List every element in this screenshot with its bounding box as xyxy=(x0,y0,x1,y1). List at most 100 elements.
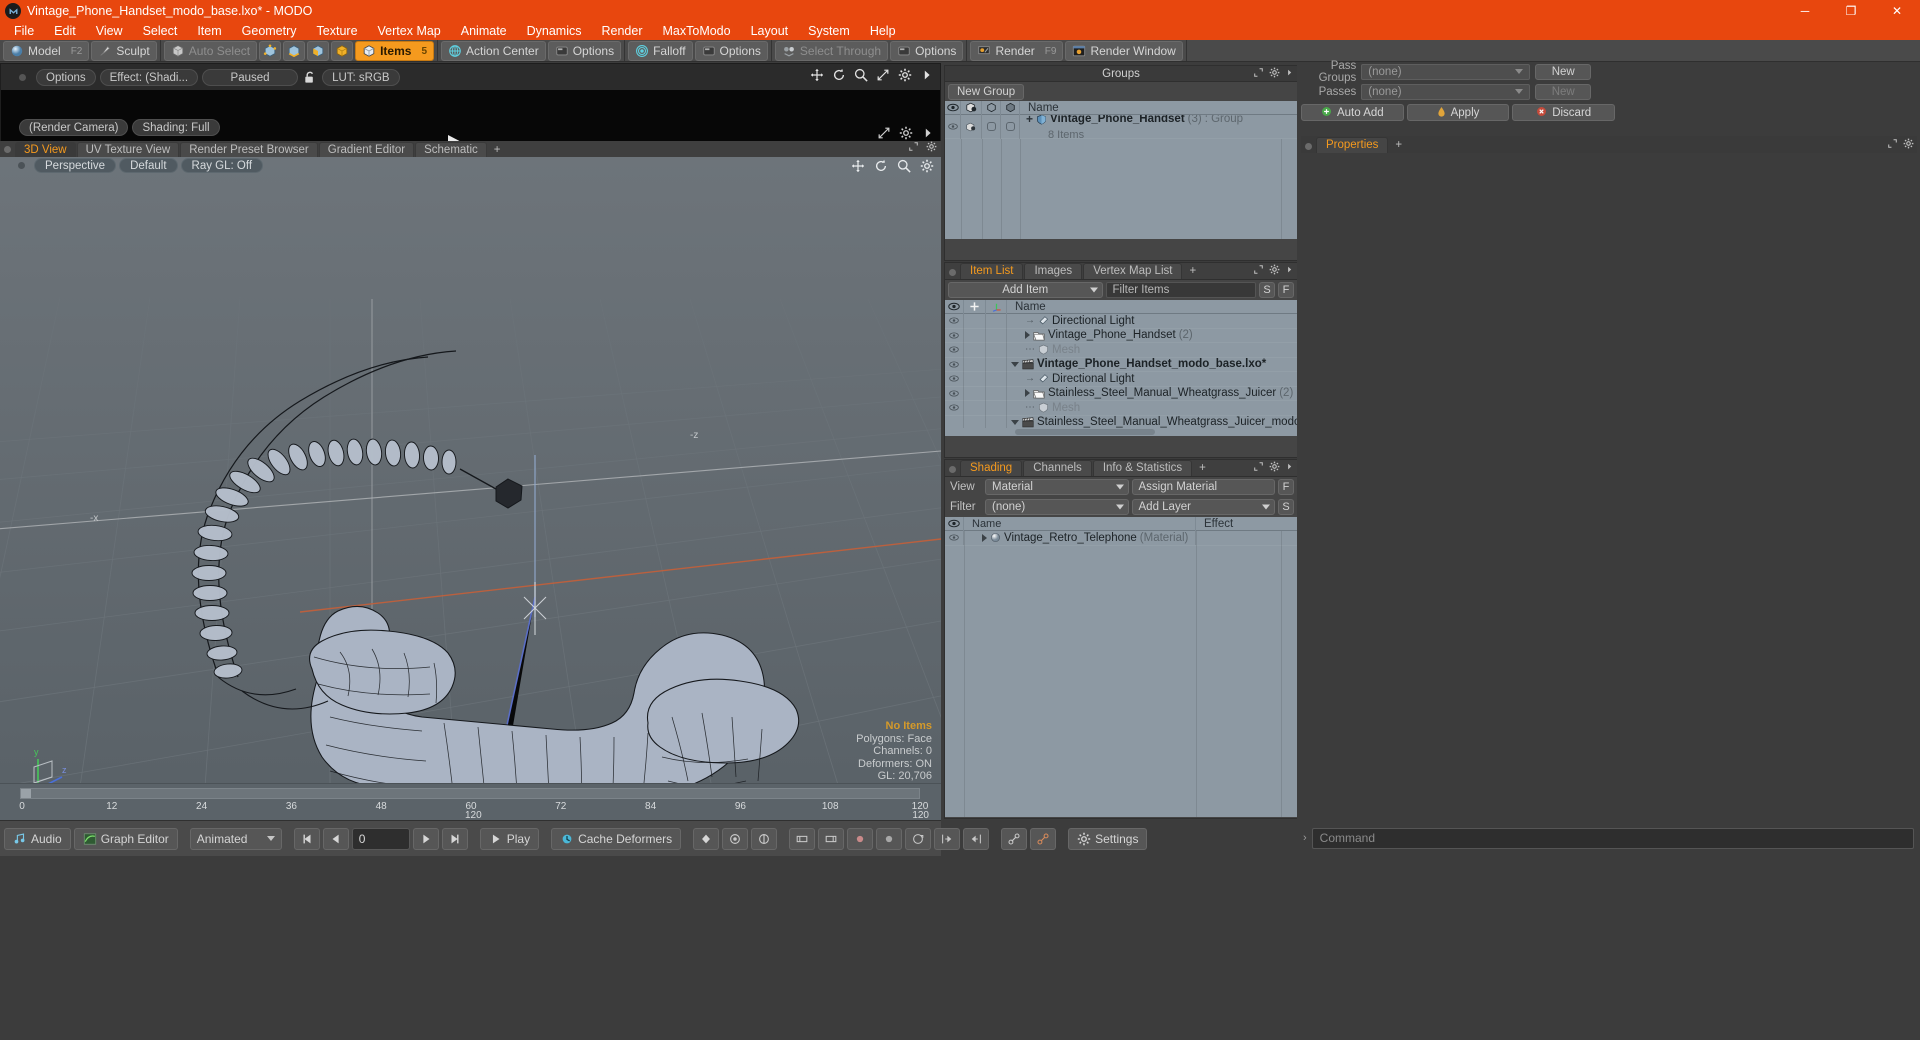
graph-editor-button[interactable]: Graph Editor xyxy=(74,828,178,850)
viewport-header-dot[interactable] xyxy=(18,162,25,169)
toolbar-items-button[interactable]: Items5 xyxy=(355,41,434,61)
item-visibility-toggle[interactable] xyxy=(945,357,964,372)
unlock-icon[interactable] xyxy=(302,70,318,85)
item-transform-toggle[interactable] xyxy=(986,386,1007,401)
item-lock-toggle[interactable] xyxy=(964,314,986,328)
snap-start-button[interactable] xyxy=(934,828,960,850)
toolbar-edge-mode-button[interactable] xyxy=(283,41,305,61)
command-input[interactable]: Command xyxy=(1312,828,1914,849)
viewport-tab-schematic[interactable]: Schematic xyxy=(415,142,487,157)
toolbar-sculpt-button[interactable]: Sculpt xyxy=(91,41,156,61)
add-layer-flag-button[interactable]: S xyxy=(1278,499,1294,515)
menu-view[interactable]: View xyxy=(86,22,133,40)
groups-render-toggle[interactable] xyxy=(961,115,982,139)
zoom-icon[interactable] xyxy=(854,68,868,82)
gear-icon[interactable] xyxy=(1903,137,1914,152)
move-icon[interactable] xyxy=(810,68,824,82)
chevron-right-icon[interactable] xyxy=(921,126,935,140)
menu-file[interactable]: File xyxy=(4,22,44,40)
item-visibility-toggle[interactable] xyxy=(945,372,964,387)
item-list-row[interactable]: →Directional Light xyxy=(945,314,1297,329)
properties-add-tab-button[interactable]: + xyxy=(1389,137,1408,153)
item-lock-toggle[interactable] xyxy=(964,357,986,372)
channel-button[interactable] xyxy=(751,828,777,850)
viewport-tab-gradient-editor[interactable]: Gradient Editor xyxy=(319,142,414,157)
expand-icon[interactable] xyxy=(908,140,919,155)
menu-edit[interactable]: Edit xyxy=(44,22,86,40)
toolbar-render-window-button[interactable]: Render Window xyxy=(1065,41,1182,61)
expand-icon[interactable] xyxy=(1253,460,1264,475)
rotate-icon[interactable] xyxy=(874,159,888,173)
toolbar-polygon-mode-button[interactable] xyxy=(307,41,329,61)
snap-end-button[interactable] xyxy=(963,828,989,850)
ruler-track[interactable] xyxy=(20,788,920,799)
item-list-row[interactable]: ⋯Mesh xyxy=(945,401,1297,416)
toolbar-model-button[interactable]: ModelF2 xyxy=(3,41,89,61)
menu-select[interactable]: Select xyxy=(133,22,188,40)
assign-material-button[interactable]: Assign Material xyxy=(1132,479,1276,495)
fit-icon[interactable] xyxy=(876,68,890,82)
3d-viewport[interactable]: -x -z xyxy=(0,157,941,817)
item-transform-toggle[interactable] xyxy=(986,372,1007,387)
eye-column-icon[interactable] xyxy=(945,517,964,531)
menu-help[interactable]: Help xyxy=(860,22,906,40)
item-visibility-toggle[interactable] xyxy=(945,314,964,328)
autokey-button[interactable] xyxy=(722,828,748,850)
shading-tab-dot[interactable] xyxy=(949,466,956,473)
preview-lut-selector[interactable]: LUT: sRGB xyxy=(322,69,400,86)
expand-triangle-icon[interactable] xyxy=(982,534,987,542)
groups-wire-toggle[interactable] xyxy=(982,115,1001,139)
item-list-hscroll-thumb[interactable] xyxy=(1015,429,1155,435)
new-pass-button[interactable]: New xyxy=(1535,84,1591,100)
item-visibility-toggle[interactable] xyxy=(945,328,964,343)
shading-filter-selector[interactable]: (none) xyxy=(985,499,1129,515)
properties-tab-dot[interactable] xyxy=(1305,143,1312,150)
shade-column-icon[interactable] xyxy=(1001,101,1020,115)
viewport-tab-3d-view[interactable]: 3D View xyxy=(15,142,76,157)
item-list-add-tab-button[interactable]: + xyxy=(1183,263,1202,279)
auto-add-button[interactable]: Auto Add xyxy=(1301,104,1404,121)
pass-groups-selector[interactable]: (none) xyxy=(1361,64,1530,80)
viewport-add-tab-button[interactable]: + xyxy=(488,142,507,157)
item-list-row[interactable]: ⋯Mesh xyxy=(945,343,1297,358)
toolbar-select-through-button[interactable]: Select Through xyxy=(775,41,888,61)
toolbar-options-button[interactable]: Options xyxy=(548,41,621,61)
item-lock-toggle[interactable] xyxy=(964,372,986,387)
tab-channels[interactable]: Channels xyxy=(1023,460,1092,476)
menu-item[interactable]: Item xyxy=(187,22,231,40)
record-button[interactable] xyxy=(876,828,902,850)
move-icon[interactable] xyxy=(851,159,865,173)
item-list-tab-dot[interactable] xyxy=(949,269,956,276)
item-list-row[interactable]: Vintage_Phone_Handset(2) xyxy=(945,329,1297,344)
chevron-right-icon[interactable] xyxy=(1285,460,1294,475)
preview-shading-selector[interactable]: Shading: Full xyxy=(132,119,219,136)
new-pass-group-button[interactable]: New xyxy=(1535,64,1591,80)
toolbar-material-mode-button[interactable] xyxy=(331,41,353,61)
viewport-tab-render-preset-browser[interactable]: Render Preset Browser xyxy=(180,142,318,157)
item-transform-toggle[interactable] xyxy=(986,314,1007,328)
link-button[interactable] xyxy=(1001,828,1027,850)
viewport-tab-uv-texture-view[interactable]: UV Texture View xyxy=(77,142,180,157)
tab-info-statistics[interactable]: Info & Statistics xyxy=(1093,460,1192,476)
item-list-row[interactable]: Vintage_Phone_Handset_modo_base.lxo* xyxy=(945,358,1297,373)
item-lock-toggle[interactable] xyxy=(964,386,986,401)
menu-animate[interactable]: Animate xyxy=(451,22,517,40)
rotate-icon[interactable] xyxy=(832,68,846,82)
range-start-button[interactable] xyxy=(789,828,815,850)
menu-maxtomodo[interactable]: MaxToModo xyxy=(653,22,741,40)
play-button[interactable]: Play xyxy=(480,828,539,850)
apply-button[interactable]: Apply xyxy=(1407,104,1510,121)
toolbar-render-button[interactable]: RenderF9 xyxy=(970,41,1063,61)
assign-material-flag-button[interactable]: F xyxy=(1278,479,1294,495)
preview-effect-selector[interactable]: Effect: (Shadi... xyxy=(100,69,198,86)
close-button[interactable]: ✕ xyxy=(1874,0,1920,22)
chevron-right-icon[interactable] xyxy=(1285,67,1294,81)
preview-camera-selector[interactable]: (Render Camera) xyxy=(19,119,128,136)
menu-texture[interactable]: Texture xyxy=(307,22,368,40)
groups-visibility-toggle[interactable] xyxy=(945,115,961,139)
cache-deformers-button[interactable]: Cache Deformers xyxy=(551,828,681,850)
item-transform-toggle[interactable] xyxy=(986,343,1007,358)
item-lock-toggle[interactable] xyxy=(964,343,986,358)
shading-view-selector[interactable]: Material xyxy=(985,479,1129,495)
collapse-triangle-icon[interactable] xyxy=(1011,420,1019,425)
